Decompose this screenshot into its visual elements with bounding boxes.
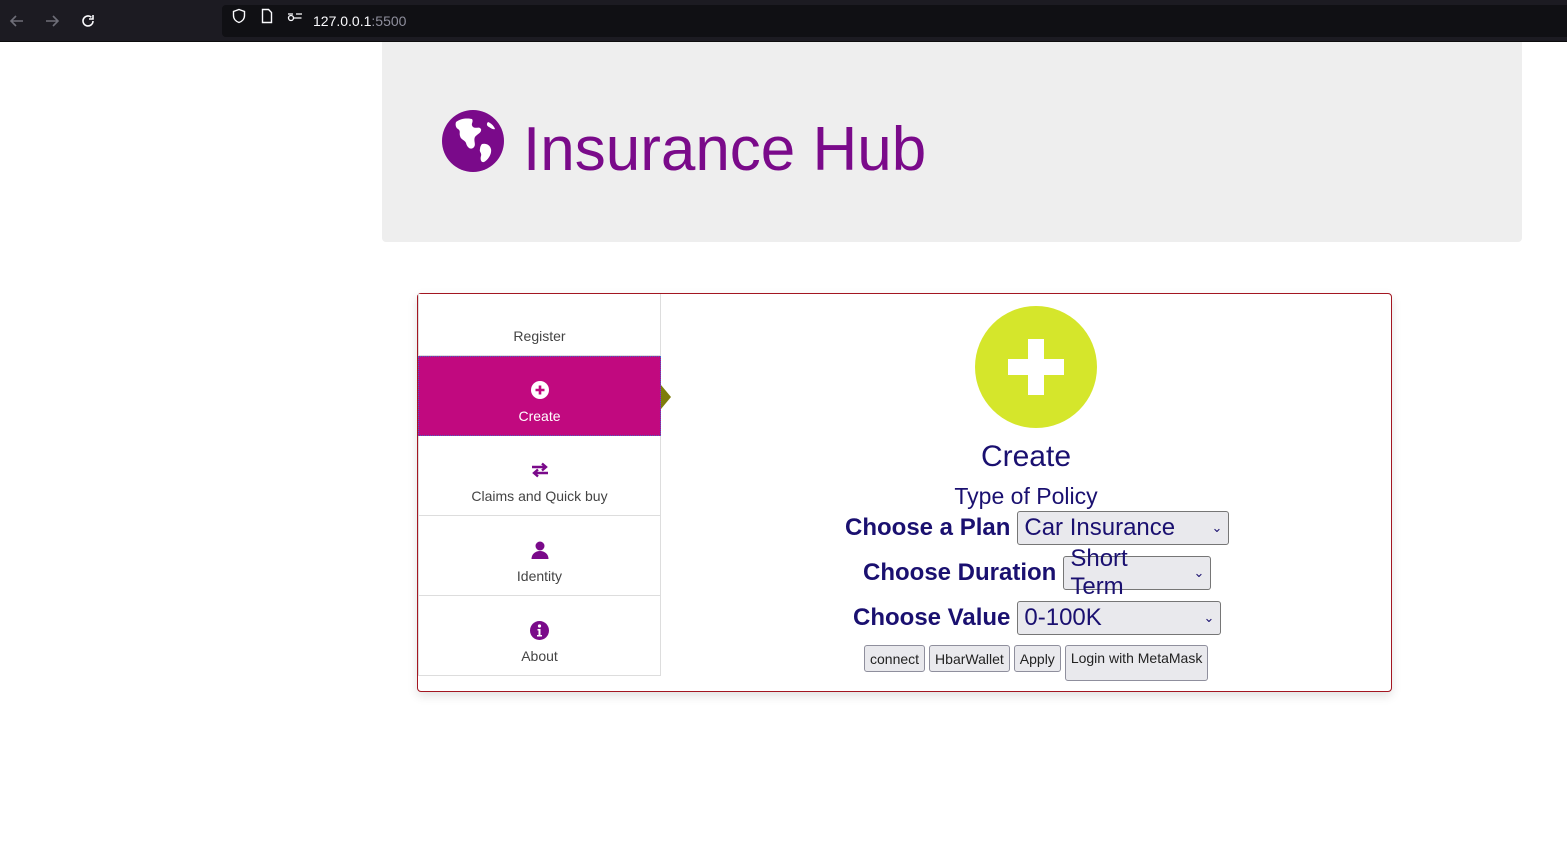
- tab-create[interactable]: Create: [418, 356, 671, 436]
- policy-type-label: Type of Policy: [954, 483, 1098, 509]
- tab-identity[interactable]: Identity: [418, 516, 661, 596]
- main-panel: Register Create Claims and Quick buy Ide…: [417, 293, 1392, 692]
- forward-button[interactable]: [40, 9, 64, 33]
- url-text[interactable]: 127.0.0.1:5500: [313, 13, 406, 29]
- tab-register[interactable]: Register: [418, 294, 661, 356]
- tab-label: Claims and Quick buy: [471, 488, 608, 504]
- page-icon: [259, 8, 275, 24]
- tab-label: Create: [518, 408, 561, 424]
- plan-select-value: Car Insurance: [1024, 514, 1176, 541]
- info-circle-icon: [529, 619, 551, 641]
- chevron-down-icon: ⌄: [1203, 610, 1215, 625]
- reload-icon: [82, 15, 94, 27]
- tab-claims-quick-buy[interactable]: Claims and Quick buy: [418, 436, 661, 516]
- globe-icon: [442, 110, 504, 172]
- back-arrow-icon: [9, 15, 23, 27]
- tab-label: About: [521, 648, 558, 664]
- create-plus-icon: [975, 306, 1097, 428]
- forward-arrow-icon: [46, 15, 60, 27]
- value-select[interactable]: 0-100K ⌄: [1017, 601, 1222, 635]
- chevron-down-icon: ⌄: [1193, 565, 1205, 580]
- section-title: Create: [980, 440, 1072, 473]
- back-button[interactable]: [5, 9, 29, 33]
- plan-row: Choose a Plan Car Insurance ⌄: [845, 511, 1230, 545]
- apply-button[interactable]: Apply: [1013, 645, 1061, 672]
- duration-row: Choose Duration Short Term ⌄: [863, 545, 1212, 600]
- plus-circle-icon: [529, 379, 551, 401]
- plan-label: Choose a Plan: [845, 514, 1011, 541]
- user-icon: [529, 539, 551, 561]
- page-title: Insurance Hub: [523, 115, 927, 184]
- value-row: Choose Value 0-100K ⌄: [853, 601, 1222, 635]
- value-select-value: 0-100K: [1024, 604, 1102, 631]
- duration-label: Choose Duration: [863, 559, 1057, 586]
- shield-icon[interactable]: [231, 8, 247, 24]
- connect-button[interactable]: connect: [864, 645, 926, 672]
- duration-select[interactable]: Short Term ⌄: [1063, 545, 1212, 600]
- url-port: :5500: [371, 13, 407, 29]
- tab-label: Identity: [516, 568, 563, 584]
- action-buttons: connect HbarWallet Apply Login with Meta…: [864, 645, 1209, 681]
- url-host: 127.0.0.1: [313, 13, 372, 29]
- create-content: Create Type of Policy Choose a Plan Car …: [661, 294, 1391, 691]
- browser-toolbar: 127.0.0.1:5500: [0, 0, 1567, 42]
- reload-button[interactable]: [76, 9, 100, 33]
- page-header: Insurance Hub: [382, 42, 1522, 242]
- value-label: Choose Value: [853, 604, 1011, 631]
- duration-select-value: Short Term: [1070, 545, 1128, 600]
- chevron-down-icon: ⌄: [1211, 520, 1223, 535]
- url-bar[interactable]: [222, 5, 1567, 37]
- sidebar-tabs: Register Create Claims and Quick buy Ide…: [418, 294, 671, 676]
- exchange-icon: [529, 459, 551, 481]
- tab-label: Register: [513, 328, 566, 344]
- plan-select[interactable]: Car Insurance ⌄: [1017, 511, 1230, 545]
- tab-about[interactable]: About: [418, 596, 661, 676]
- metamask-login-button[interactable]: Login with MetaMask: [1064, 645, 1209, 681]
- hbarwallet-button[interactable]: HbarWallet: [929, 645, 1010, 672]
- permissions-icon[interactable]: [287, 8, 303, 24]
